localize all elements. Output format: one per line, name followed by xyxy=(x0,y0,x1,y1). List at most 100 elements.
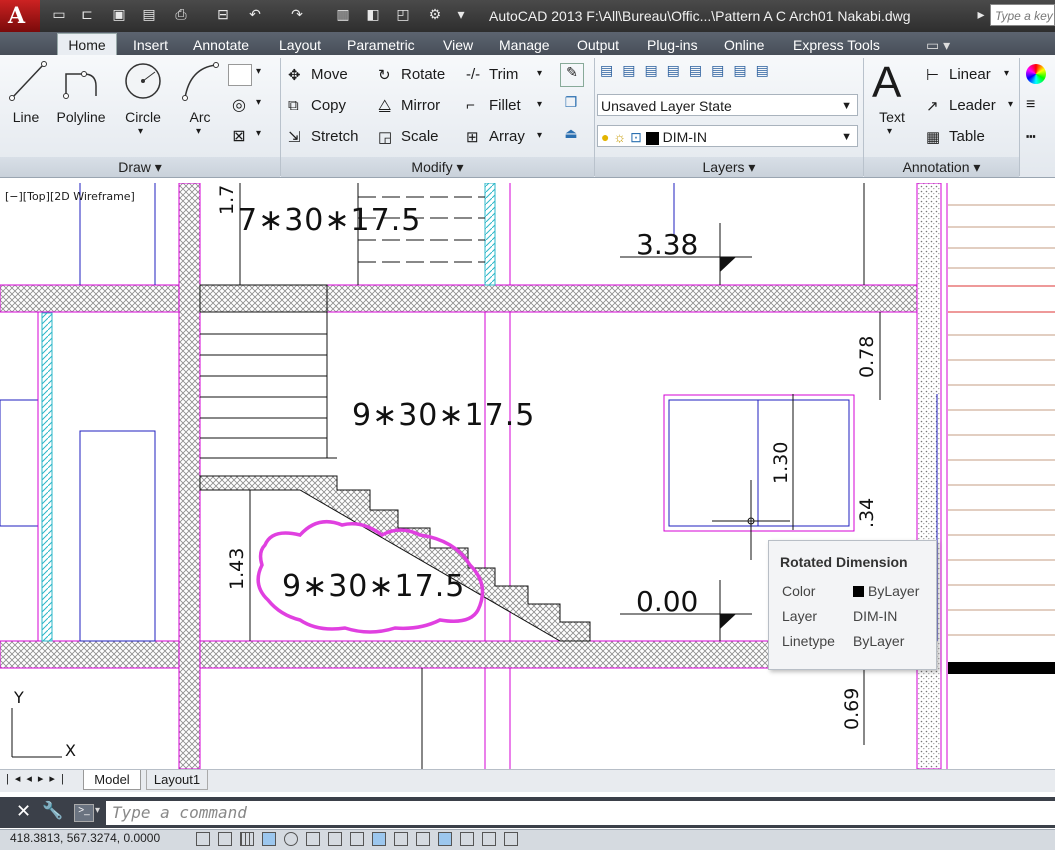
text-dropdown-icon[interactable]: ▾ xyxy=(887,126,892,137)
move-button[interactable]: ✥ Move xyxy=(288,66,348,84)
annotation-panel-title[interactable]: Annotation ▾ xyxy=(864,157,1019,177)
circle-button[interactable]: Circle xyxy=(120,109,166,125)
arc-dropdown-icon[interactable]: ▾ xyxy=(196,126,201,137)
circle-dropdown-icon[interactable]: ▾ xyxy=(138,126,143,137)
table-button[interactable]: ▦ Table xyxy=(926,128,985,146)
customize-wrench-icon[interactable]: 🔧 xyxy=(42,801,63,821)
array-dropdown-icon[interactable]: ▾ xyxy=(537,130,542,141)
polar-tracking-icon[interactable] xyxy=(284,832,298,846)
polyline-button[interactable]: Polyline xyxy=(52,109,110,125)
layers-panel-title[interactable]: Layers ▾ xyxy=(595,157,863,177)
object-snap-tracking-icon[interactable] xyxy=(350,832,364,846)
linetype-icon[interactable]: ┅ xyxy=(1026,127,1036,147)
infer-constraints-icon[interactable] xyxy=(196,832,210,846)
tab-express-tools[interactable]: Express Tools xyxy=(793,35,880,55)
ellipse-icon[interactable]: ◎ xyxy=(228,95,250,115)
annotation-monitor-icon[interactable] xyxy=(504,832,518,846)
save-icon[interactable]: ▣ xyxy=(110,5,128,23)
trim-dropdown-icon[interactable]: ▾ xyxy=(537,68,542,79)
qat-dropdown-icon[interactable]: ▾ xyxy=(452,5,470,23)
stretch-button[interactable]: ⇲ Stretch xyxy=(288,128,359,146)
object-snap-icon[interactable] xyxy=(306,832,320,846)
open-file-icon[interactable]: ⊏ xyxy=(78,5,96,23)
tooltip-value: ByLayer xyxy=(853,633,905,649)
tab-manage[interactable]: Manage xyxy=(499,35,550,55)
transparency-icon[interactable] xyxy=(438,832,452,846)
offset-icon[interactable]: ⏏ xyxy=(560,125,582,147)
ortho-mode-icon[interactable] xyxy=(262,832,276,846)
tab-layout1[interactable]: Layout1 xyxy=(146,770,208,790)
tab-home[interactable]: Home xyxy=(57,33,117,55)
selection-cycling-icon[interactable] xyxy=(482,832,496,846)
color-wheel-icon[interactable] xyxy=(1026,64,1046,84)
recent-commands-dropdown-icon[interactable]: ▾ xyxy=(95,805,100,816)
grid-display-icon[interactable] xyxy=(240,832,254,846)
array-button[interactable]: ⊞ Array xyxy=(466,128,525,146)
tab-parametric[interactable]: Parametric xyxy=(347,35,415,55)
lineweight-icon[interactable]: ≡ xyxy=(1026,96,1035,114)
arc-button[interactable]: Arc xyxy=(180,109,220,125)
redo-icon[interactable]: ↷ xyxy=(288,5,306,23)
layer-dropdown[interactable]: ● ☼ ⊡ DIM-IN ▼ xyxy=(597,125,858,147)
properties-icon[interactable]: ◧ xyxy=(364,5,382,23)
save-as-icon[interactable]: ▤ xyxy=(140,5,158,23)
tab-view[interactable]: View xyxy=(443,35,473,55)
layout-nav-arrows-icon[interactable]: |◂◂▸▸| xyxy=(6,772,70,785)
draw-panel-title[interactable]: Draw ▾ xyxy=(0,157,280,177)
snap-mode-icon[interactable] xyxy=(218,832,232,846)
tab-online[interactable]: Online xyxy=(724,35,764,55)
lineweight-toggle-icon[interactable] xyxy=(416,832,430,846)
rotate-button[interactable]: ↻ Rotate xyxy=(378,66,445,84)
viewport-controls-label[interactable]: [−][Top][2D Wireframe] xyxy=(5,190,135,203)
tab-output[interactable]: Output xyxy=(577,35,619,55)
3d-osnap-icon[interactable] xyxy=(328,832,342,846)
erase-icon[interactable]: ✎ xyxy=(560,63,584,87)
hatch-icon[interactable]: ⊠ xyxy=(228,126,250,146)
copy-button[interactable]: ⧉ Copy xyxy=(288,97,346,115)
plot-icon[interactable]: ⎙ xyxy=(172,5,190,23)
line-button[interactable]: Line xyxy=(4,109,48,125)
tab-insert[interactable]: Insert xyxy=(133,35,168,55)
tab-model[interactable]: Model xyxy=(83,770,141,790)
mirror-icon: ⧋ xyxy=(378,97,392,115)
explode-icon[interactable]: ❐ xyxy=(560,94,582,116)
drawing-viewport[interactable]: 7∗30∗17.5 9∗30∗17.5 9∗30∗17.5 3.38 0.00 … xyxy=(0,183,1055,769)
fillet-button[interactable]: ⌐ Fillet xyxy=(466,97,521,115)
tools-icon[interactable]: ⚙ xyxy=(426,5,444,23)
hatch-dropdown-icon[interactable]: ▾ xyxy=(256,128,261,139)
match-icon[interactable]: ◰ xyxy=(394,5,412,23)
new-file-icon[interactable]: ▭ xyxy=(50,5,68,23)
dynamic-input-icon[interactable] xyxy=(394,832,408,846)
linear-dropdown-icon[interactable]: ▾ xyxy=(1004,68,1009,79)
title-arrow-icon[interactable]: ▸ xyxy=(972,5,990,23)
layer-state-dropdown[interactable]: Unsaved Layer State ▼ xyxy=(597,94,858,116)
leader-button[interactable]: ↗ Leader xyxy=(926,97,996,115)
tab-annotate[interactable]: Annotate xyxy=(193,35,249,55)
undo-icon[interactable]: ↶ xyxy=(246,5,264,23)
rectangle-dropdown-icon[interactable]: ▾ xyxy=(256,66,261,77)
layer-tools-icon-row[interactable]: ▤▤▤▤▤▤▤▤ xyxy=(600,62,855,86)
close-command-icon[interactable]: ✕ xyxy=(16,801,31,822)
tab-plugins[interactable]: Plug-ins xyxy=(647,35,698,55)
text-button[interactable]: Text xyxy=(872,109,912,125)
scale-button[interactable]: ◲ Scale xyxy=(378,128,439,146)
rectangle-icon[interactable] xyxy=(228,64,252,86)
print-icon[interactable]: ⊟ xyxy=(214,5,232,23)
application-menu-button[interactable]: A xyxy=(0,0,40,32)
workspace-icon[interactable]: ▥ xyxy=(334,5,352,23)
dynamic-ucs-icon[interactable] xyxy=(372,832,386,846)
ribbon-minimize-icon[interactable]: ▭ ▾ xyxy=(926,35,950,55)
linear-dimension-button[interactable]: ⊢ Linear xyxy=(926,66,991,84)
mirror-button[interactable]: ⧋ Mirror xyxy=(378,97,440,115)
command-input[interactable]: Type a command xyxy=(106,801,1055,825)
quick-properties-icon[interactable] xyxy=(460,832,474,846)
recent-commands-icon[interactable]: >_ xyxy=(74,804,94,822)
tab-layout[interactable]: Layout xyxy=(279,35,321,55)
leader-dropdown-icon[interactable]: ▾ xyxy=(1008,99,1013,110)
trim-button[interactable]: -/- Trim xyxy=(466,66,518,84)
tooltip-value: DIM-IN xyxy=(853,608,898,624)
ellipse-dropdown-icon[interactable]: ▾ xyxy=(256,97,261,108)
modify-panel-title[interactable]: Modify ▾ xyxy=(281,157,594,177)
fillet-dropdown-icon[interactable]: ▾ xyxy=(537,99,542,110)
search-input[interactable]: Type a key xyxy=(990,4,1055,26)
